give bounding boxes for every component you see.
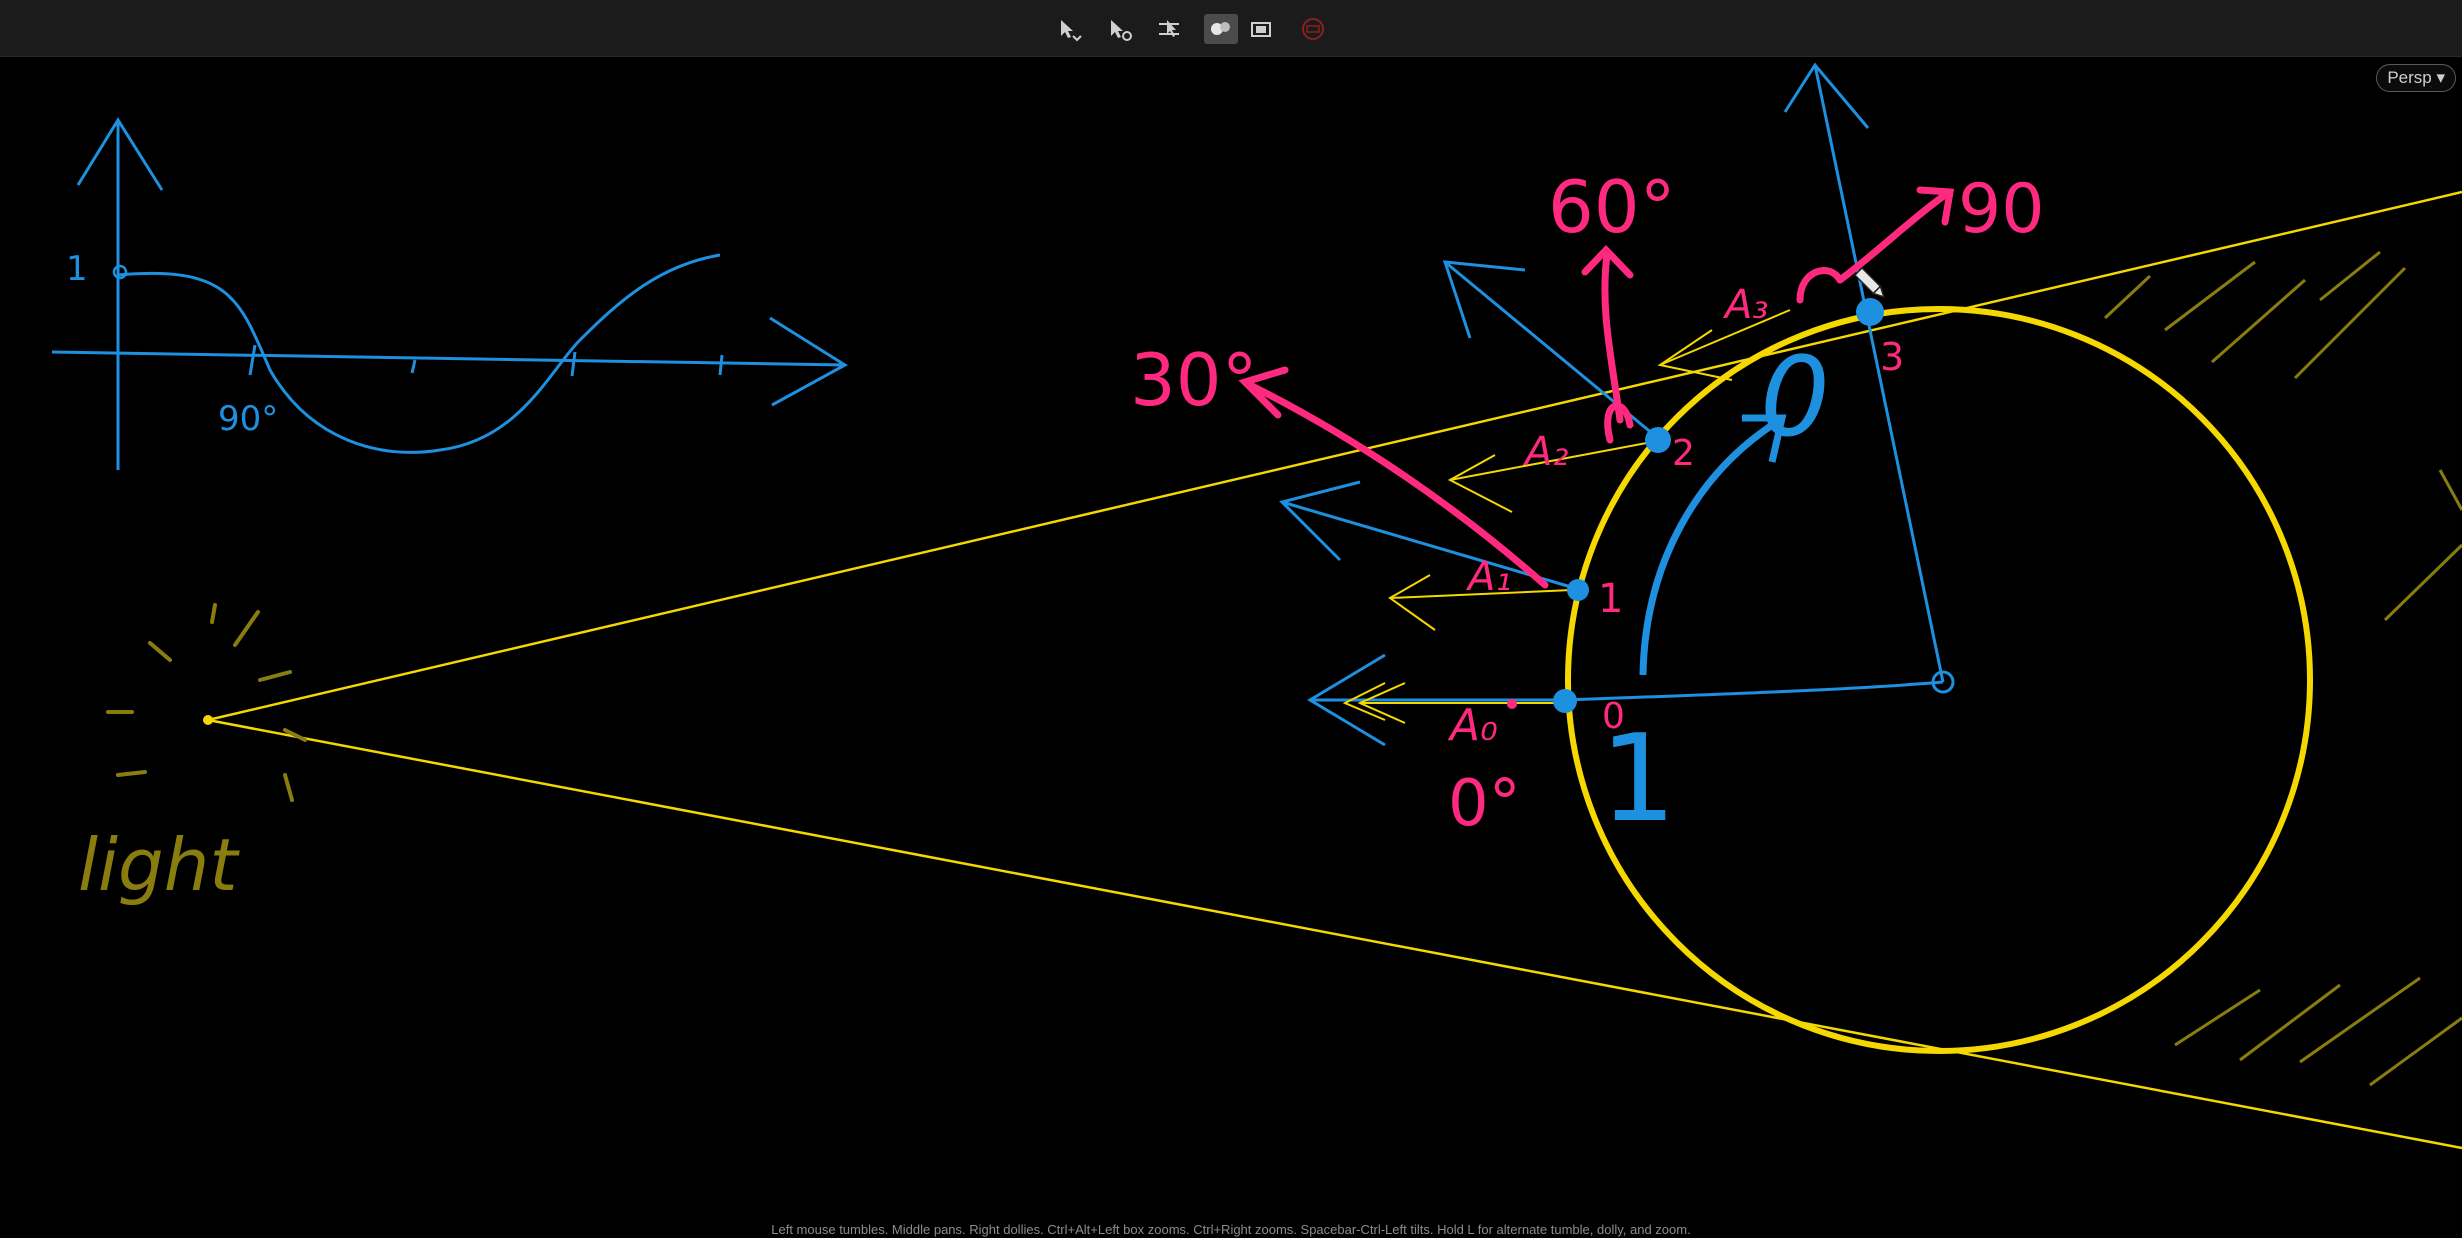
area-label-a0: A₀ (1447, 700, 1498, 751)
surface-points (1553, 298, 1884, 713)
angle-0-label: 0° (1448, 767, 1521, 841)
angle-90-label: 90 (1958, 170, 2045, 249)
light-source (203, 715, 213, 725)
point-label-2: 2 (1672, 433, 1695, 474)
graph-one-label: 1 (66, 249, 88, 289)
select-tool-icon[interactable] (1052, 14, 1086, 44)
viewport-toolbar (0, 0, 2462, 57)
light-label: light (78, 823, 240, 907)
isolate-icon[interactable] (1296, 14, 1330, 44)
graph-ninety-label: 90° (218, 399, 278, 439)
a0-dot (1507, 699, 1517, 709)
status-hint: Left mouse tumbles. Middle pans. Right d… (771, 1222, 1691, 1237)
lasso-select-icon[interactable] (1102, 14, 1136, 44)
area-label-a2: A₂ (1522, 429, 1568, 475)
point-label-3: 3 (1880, 335, 1904, 379)
angle-60-label: 60° (1548, 165, 1676, 249)
paint-select-icon[interactable] (1152, 14, 1186, 44)
cosine-graph (51, 117, 848, 470)
big-zero-label: 0 (1760, 333, 1830, 461)
point-label-1: 1 (1598, 576, 1623, 622)
point-label-0: 0 (1602, 696, 1625, 737)
planet-circle (1565, 306, 2313, 1054)
light-source-rays (106, 603, 307, 802)
camera-tumble-icon[interactable] (1204, 14, 1238, 44)
shadow-hatching (2103, 250, 2462, 1087)
area-label-a3: A₃ (1722, 282, 1768, 328)
display-mode-icon[interactable] (1244, 14, 1278, 44)
area-label-a1: A₁ (1465, 554, 1511, 600)
angle-30-label: 30° (1130, 338, 1258, 422)
viewport-canvas[interactable]: 1 90° light 60° 90 30° 0° 0 1 0 1 2 3 A₀… (0, 57, 2462, 1222)
surface-normals (1279, 260, 1660, 747)
